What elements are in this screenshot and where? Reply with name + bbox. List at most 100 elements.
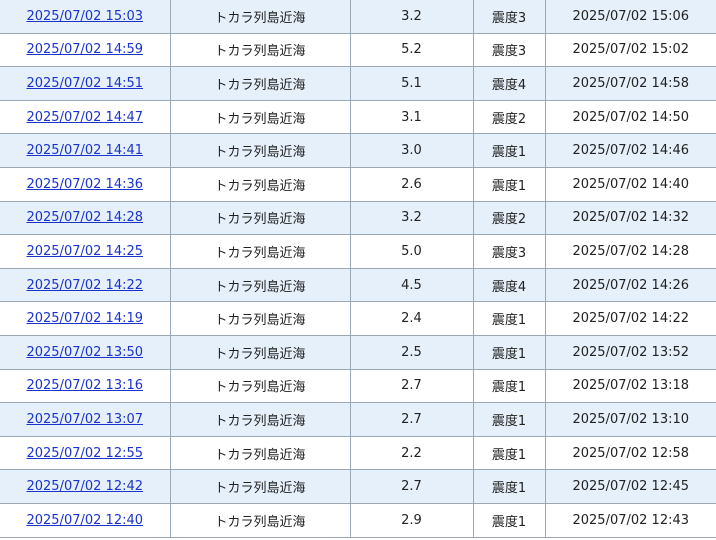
occurrence-time-cell: 2025/07/02 13:50 [0, 334, 171, 370]
occurrence-time-cell: 2025/07/02 12:42 [0, 469, 171, 504]
published-time-cell: 2025/07/02 12:58 [544, 435, 716, 471]
magnitude-cell: 5.1 [349, 66, 474, 101]
table-row: 2025/07/02 13:07 トカラ列島近海 2.7 震度1 2025/07/02 … [0, 402, 716, 437]
published-time-cell: 2025/07/02 15:06 [544, 0, 716, 34]
max-intensity-cell: 震度3 [472, 234, 546, 269]
table-row: 2025/07/02 13:16 トカラ列島近海 2.7 震度1 2025/07/02 … [0, 368, 716, 404]
occurrence-time-link[interactable]: 2025/07/02 14:41 [26, 143, 143, 158]
epicenter-cell: トカラ列島近海 [169, 66, 351, 101]
max-intensity-cell: 震度1 [472, 133, 546, 168]
max-intensity-cell: 震度2 [472, 99, 546, 135]
epicenter-cell: トカラ列島近海 [169, 469, 351, 504]
table-row: 2025/07/02 12:40 トカラ列島近海 2.9 震度1 2025/07/02 … [0, 502, 716, 538]
occurrence-time-cell: 2025/07/02 14:25 [0, 234, 171, 269]
epicenter-cell: トカラ列島近海 [169, 301, 351, 336]
table-row: 2025/07/02 12:55 トカラ列島近海 2.2 震度1 2025/07/02 … [0, 435, 716, 471]
occurrence-time-cell: 2025/07/02 14:41 [0, 133, 171, 168]
magnitude-cell: 2.7 [349, 469, 474, 504]
occurrence-time-cell: 2025/07/02 13:07 [0, 402, 171, 437]
magnitude-cell: 5.2 [349, 32, 474, 68]
earthquake-table-body: 2025/07/02 15:03 トカラ列島近海 3.2 震度3 2025/07/02 … [0, 0, 716, 538]
magnitude-cell: 3.2 [349, 200, 474, 236]
occurrence-time-cell: 2025/07/02 13:16 [0, 368, 171, 404]
published-time-cell: 2025/07/02 13:10 [544, 402, 716, 437]
magnitude-cell: 2.5 [349, 334, 474, 370]
published-time-cell: 2025/07/02 13:18 [544, 368, 716, 404]
magnitude-cell: 2.7 [349, 368, 474, 404]
occurrence-time-link[interactable]: 2025/07/02 12:40 [26, 513, 143, 528]
occurrence-time-cell: 2025/07/02 12:55 [0, 435, 171, 471]
occurrence-time-link[interactable]: 2025/07/02 14:25 [26, 244, 143, 259]
max-intensity-cell: 震度1 [472, 301, 546, 336]
epicenter-cell: トカラ列島近海 [169, 99, 351, 135]
published-time-cell: 2025/07/02 14:26 [544, 267, 716, 303]
occurrence-time-link[interactable]: 2025/07/02 14:59 [26, 42, 143, 57]
magnitude-cell: 2.9 [349, 502, 474, 538]
table-row: 2025/07/02 14:22 トカラ列島近海 4.5 震度4 2025/07/02 … [0, 267, 716, 303]
published-time-cell: 2025/07/02 14:50 [544, 99, 716, 135]
occurrence-time-link[interactable]: 2025/07/02 14:19 [26, 311, 143, 326]
occurrence-time-link[interactable]: 2025/07/02 14:47 [26, 110, 143, 125]
occurrence-time-link[interactable]: 2025/07/02 14:36 [26, 177, 143, 192]
magnitude-cell: 2.6 [349, 166, 474, 202]
epicenter-cell: トカラ列島近海 [169, 368, 351, 404]
published-time-cell: 2025/07/02 14:58 [544, 66, 716, 101]
occurrence-time-link[interactable]: 2025/07/02 13:50 [26, 345, 143, 360]
occurrence-time-link[interactable]: 2025/07/02 14:51 [26, 76, 143, 91]
max-intensity-cell: 震度3 [472, 0, 546, 34]
epicenter-cell: トカラ列島近海 [169, 166, 351, 202]
epicenter-cell: トカラ列島近海 [169, 200, 351, 236]
occurrence-time-cell: 2025/07/02 14:22 [0, 267, 171, 303]
epicenter-cell: トカラ列島近海 [169, 402, 351, 437]
table-row: 2025/07/02 14:41 トカラ列島近海 3.0 震度1 2025/07/02 … [0, 133, 716, 168]
table-row: 2025/07/02 14:36 トカラ列島近海 2.6 震度1 2025/07/02 … [0, 166, 716, 202]
occurrence-time-cell: 2025/07/02 14:47 [0, 99, 171, 135]
max-intensity-cell: 震度1 [472, 166, 546, 202]
max-intensity-cell: 震度1 [472, 435, 546, 471]
occurrence-time-cell: 2025/07/02 14:28 [0, 200, 171, 236]
occurrence-time-link[interactable]: 2025/07/02 12:55 [26, 446, 143, 461]
epicenter-cell: トカラ列島近海 [169, 502, 351, 538]
occurrence-time-link[interactable]: 2025/07/02 14:22 [26, 278, 143, 293]
epicenter-cell: トカラ列島近海 [169, 32, 351, 68]
magnitude-cell: 3.2 [349, 0, 474, 34]
max-intensity-cell: 震度1 [472, 502, 546, 538]
published-time-cell: 2025/07/02 14:22 [544, 301, 716, 336]
published-time-cell: 2025/07/02 13:52 [544, 334, 716, 370]
epicenter-cell: トカラ列島近海 [169, 435, 351, 471]
max-intensity-cell: 震度1 [472, 368, 546, 404]
table-row: 2025/07/02 14:47 トカラ列島近海 3.1 震度2 2025/07/02 … [0, 99, 716, 135]
published-time-cell: 2025/07/02 14:28 [544, 234, 716, 269]
max-intensity-cell: 震度1 [472, 402, 546, 437]
occurrence-time-link[interactable]: 2025/07/02 13:16 [26, 378, 143, 393]
magnitude-cell: 2.2 [349, 435, 474, 471]
magnitude-cell: 2.7 [349, 402, 474, 437]
published-time-cell: 2025/07/02 12:43 [544, 502, 716, 538]
magnitude-cell: 5.0 [349, 234, 474, 269]
occurrence-time-cell: 2025/07/02 14:51 [0, 66, 171, 101]
earthquake-table: 2025/07/02 15:03 トカラ列島近海 3.2 震度3 2025/07/02 … [0, 0, 716, 538]
published-time-cell: 2025/07/02 12:45 [544, 469, 716, 504]
epicenter-cell: トカラ列島近海 [169, 334, 351, 370]
magnitude-cell: 4.5 [349, 267, 474, 303]
table-row: 2025/07/02 14:51 トカラ列島近海 5.1 震度4 2025/07/02 … [0, 66, 716, 101]
max-intensity-cell: 震度2 [472, 200, 546, 236]
epicenter-cell: トカラ列島近海 [169, 234, 351, 269]
published-time-cell: 2025/07/02 15:02 [544, 32, 716, 68]
max-intensity-cell: 震度4 [472, 267, 546, 303]
table-row: 2025/07/02 14:25 トカラ列島近海 5.0 震度3 2025/07/02 … [0, 234, 716, 269]
max-intensity-cell: 震度1 [472, 469, 546, 504]
epicenter-cell: トカラ列島近海 [169, 267, 351, 303]
occurrence-time-link[interactable]: 2025/07/02 14:28 [26, 210, 143, 225]
occurrence-time-link[interactable]: 2025/07/02 13:07 [26, 412, 143, 427]
occurrence-time-cell: 2025/07/02 14:19 [0, 301, 171, 336]
occurrence-time-link[interactable]: 2025/07/02 12:42 [26, 479, 143, 494]
table-row: 2025/07/02 14:28 トカラ列島近海 3.2 震度2 2025/07/02 … [0, 200, 716, 236]
occurrence-time-link[interactable]: 2025/07/02 15:03 [26, 9, 143, 24]
published-time-cell: 2025/07/02 14:40 [544, 166, 716, 202]
max-intensity-cell: 震度3 [472, 32, 546, 68]
occurrence-time-cell: 2025/07/02 15:03 [0, 0, 171, 34]
occurrence-time-cell: 2025/07/02 14:59 [0, 32, 171, 68]
magnitude-cell: 2.4 [349, 301, 474, 336]
epicenter-cell: トカラ列島近海 [169, 133, 351, 168]
